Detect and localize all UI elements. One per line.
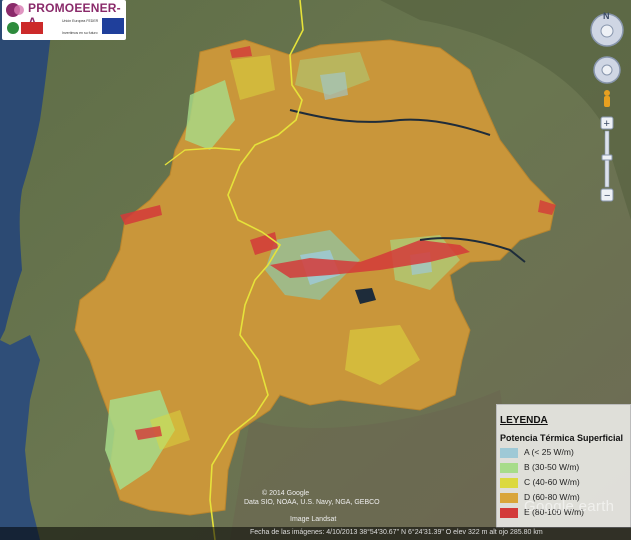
move-center	[601, 64, 613, 76]
legend-swatch	[500, 463, 518, 473]
legend-label: A (< 25 W/m)	[524, 447, 574, 457]
eu-flag-icon	[102, 18, 124, 34]
data-sources-text: Data SIO, NOAA, U.S. Navy, NGA, GEBCO	[244, 499, 380, 506]
imagery-credit-text: Image Landsat	[290, 516, 337, 523]
legend-title: LEYENDA	[500, 415, 548, 426]
zone-a	[320, 72, 348, 100]
look-center	[600, 24, 614, 38]
plus-icon: +	[604, 118, 610, 130]
zoom-slider-thumb[interactable]	[601, 154, 613, 161]
status-bar: Fecha de las imágenes: 4/10/2013 38°54'3…	[0, 527, 631, 540]
legend-label: C (40-60 W/m)	[524, 477, 580, 487]
status-text: Fecha de las imágenes: 4/10/2013 38°54'3…	[250, 529, 543, 536]
promoeener-logo: PROMOEENER-A Unión Europea FEDER Inverti…	[2, 0, 126, 40]
legend-item: B (30-50 W/m)	[500, 462, 628, 474]
pegman-head[interactable]	[604, 90, 610, 96]
legend-swatch	[500, 448, 518, 458]
legend-swatch	[500, 508, 518, 518]
legend-subtitle: Potencia Térmica Superficial	[500, 433, 624, 443]
logo-subtitle: Invertimos en su futuro	[62, 31, 98, 35]
legend-swatch	[500, 478, 518, 488]
legend-item: A (< 25 W/m)	[500, 447, 628, 459]
north-icon: N	[603, 11, 610, 21]
logo-emblem-icon	[6, 3, 24, 17]
copyright-text: © 2014 Google	[262, 490, 310, 497]
pegman-body[interactable]	[604, 96, 610, 107]
flags-icon	[7, 22, 43, 34]
logo-subtitle: Unión Europea FEDER	[62, 19, 99, 23]
legend-swatch	[500, 493, 518, 503]
minus-icon: −	[604, 190, 610, 202]
legend-label: B (30-50 W/m)	[524, 462, 580, 472]
legend-item: C (40-60 W/m)	[500, 477, 628, 489]
google-earth-logo: Google earth	[524, 498, 615, 515]
